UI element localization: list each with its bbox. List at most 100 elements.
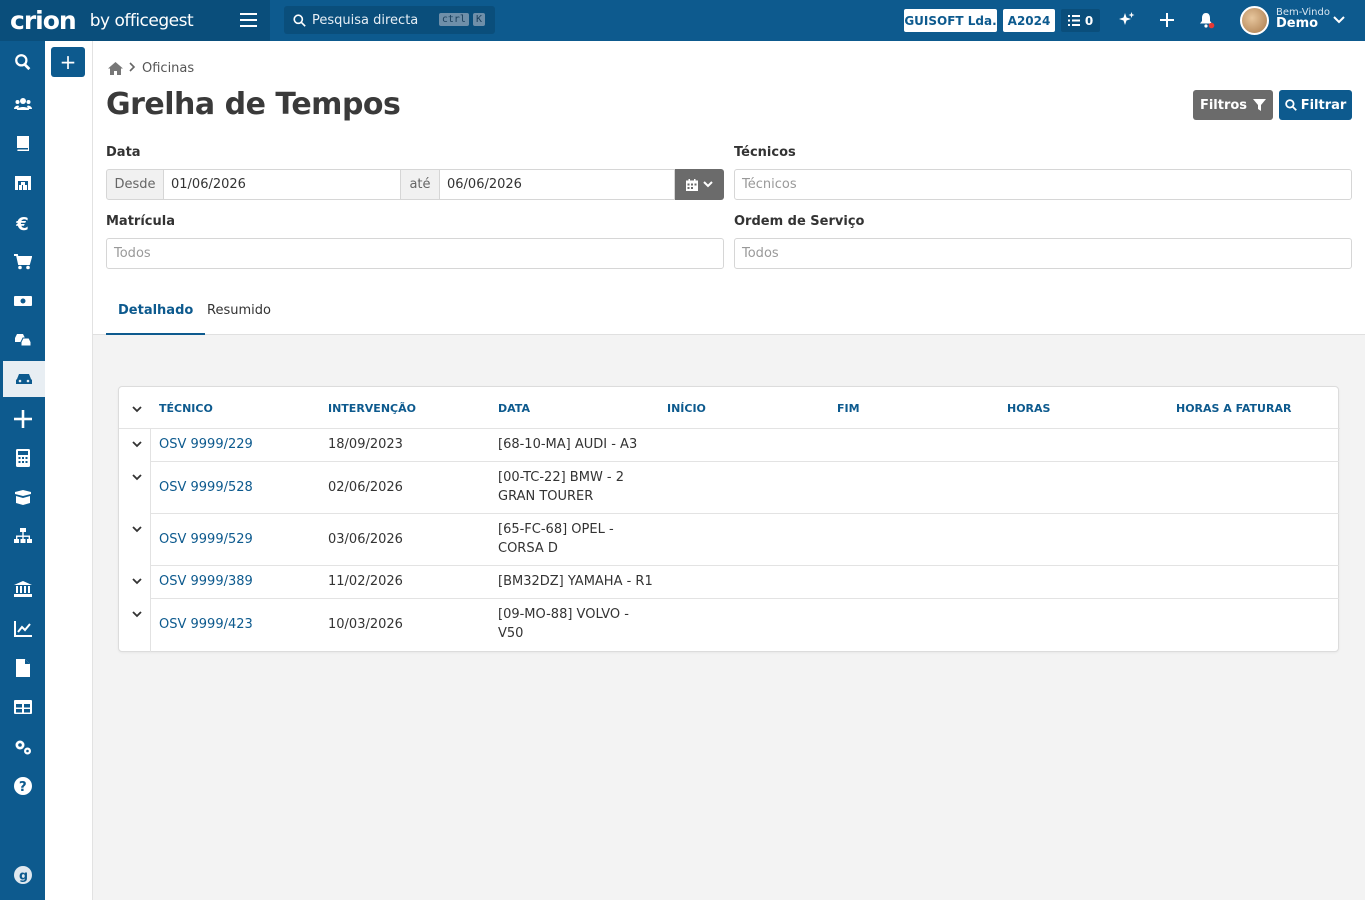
sidebar: € ? g: [0, 41, 45, 900]
apply-filter-button[interactable]: Filtrar: [1279, 90, 1352, 120]
column-header-fim[interactable]: Fim: [837, 402, 860, 415]
tab-resumido[interactable]: Resumido: [195, 303, 283, 335]
row-1-tecnico[interactable]: OSV 9999/229: [159, 435, 253, 454]
sidebar-documents[interactable]: [0, 126, 45, 162]
company-badge[interactable]: GUISOFT Lda.: [904, 9, 997, 32]
technicians-input[interactable]: Técnicos: [734, 169, 1352, 200]
row-5-data-line2: V50: [498, 626, 524, 641]
sidebar-purchases[interactable]: [0, 244, 45, 280]
row-expand-chevron-icon[interactable]: [131, 608, 143, 620]
sidebar-tables[interactable]: [0, 689, 45, 725]
column-header-intervencao[interactable]: Intervenção: [328, 402, 416, 415]
plate-label: Matrícula: [106, 214, 175, 229]
file-icon: [15, 659, 30, 677]
row-expand-chevron-icon[interactable]: [131, 471, 143, 483]
tab-detalhado[interactable]: Detalhado: [106, 303, 206, 335]
user-name: Demo: [1276, 16, 1319, 31]
row-1-data: [68-10-MA] AUDI - A3: [498, 437, 638, 452]
row-3-data-line1: [65-FC-68] OPEL -: [498, 522, 614, 537]
breadcrumb: Oficinas: [108, 61, 194, 76]
column-header-horas[interactable]: Horas: [1007, 402, 1050, 415]
technicians-label: Técnicos: [734, 145, 796, 160]
date-to-input[interactable]: 06/06/2026: [439, 169, 675, 200]
column-header-inicio[interactable]: Início: [667, 402, 706, 415]
time-grid-table: Técnico Intervenção Data Início Fim Hora…: [118, 386, 1340, 652]
sidebar-bank[interactable]: [0, 571, 45, 607]
search-input[interactable]: Pesquisa directa ctrl K: [284, 6, 495, 34]
bank-icon: [13, 581, 32, 597]
tasks-badge[interactable]: 0: [1061, 9, 1100, 32]
filters-toggle-button[interactable]: Filtros: [1193, 90, 1273, 120]
cars-icon: [14, 334, 31, 347]
plate-input[interactable]: Todos: [106, 238, 724, 269]
ai-sparkle-icon[interactable]: [1117, 10, 1137, 30]
sidebar-reports[interactable]: [0, 611, 45, 647]
brand-suffix: by officegest: [89, 10, 194, 31]
tasks-count: 0: [1084, 13, 1094, 28]
calendar-icon: [686, 178, 698, 191]
task-list-icon: [1067, 15, 1080, 26]
new-record-button[interactable]: +: [51, 47, 85, 77]
calendar-dropdown-button[interactable]: [675, 169, 724, 200]
date-from-addon: Desde: [106, 169, 164, 200]
menu-hamburger-icon[interactable]: [240, 13, 257, 27]
svg-text:g: g: [18, 868, 27, 883]
brand-logo[interactable]: crion: [10, 6, 77, 35]
users-icon: [13, 98, 32, 110]
sidebar-hierarchy[interactable]: [0, 518, 45, 554]
sidebar-search[interactable]: [0, 44, 45, 80]
sidebar-add[interactable]: [0, 401, 45, 437]
row-4-intervencao: 11/02/2026: [328, 574, 403, 589]
date-to-addon: até: [400, 169, 440, 200]
sidebar-users[interactable]: [0, 86, 45, 122]
add-icon[interactable]: [1157, 10, 1177, 30]
kbd-k: K: [472, 13, 485, 26]
year-badge[interactable]: A2024: [1003, 9, 1055, 32]
sidebar-calculator[interactable]: [0, 440, 45, 476]
notification-bell-icon[interactable]: [1196, 10, 1216, 30]
sidebar-files[interactable]: [0, 650, 45, 686]
svg-text:€: €: [15, 214, 29, 232]
column-header-tecnico[interactable]: Técnico: [159, 402, 213, 415]
row-3-data-line2: CORSA D: [498, 541, 558, 556]
sidebar-finance[interactable]: €: [0, 205, 45, 241]
collapse-all-chevron-icon[interactable]: [131, 403, 143, 415]
row-4-tecnico[interactable]: OSV 9999/389: [159, 572, 253, 591]
sidebar-workshop[interactable]: [0, 361, 45, 397]
avatar[interactable]: [1240, 6, 1269, 35]
row-2-tecnico[interactable]: OSV 9999/528: [159, 478, 253, 497]
user-menu[interactable]: Bem-Vindo Demo: [1276, 7, 1330, 31]
car-icon: [16, 374, 32, 384]
date-from-input[interactable]: 01/06/2026: [163, 169, 401, 200]
row-3-tecnico[interactable]: OSV 9999/529: [159, 530, 253, 549]
sidebar-boxes[interactable]: [0, 479, 45, 515]
column-header-data[interactable]: Data: [498, 402, 530, 415]
row-expand-chevron-icon[interactable]: [131, 575, 143, 587]
sidebar-warehouse[interactable]: [0, 165, 45, 201]
calculator-icon: [15, 449, 30, 467]
page-header: Oficinas Grelha de Tempos Filtros Filtra…: [93, 41, 1365, 335]
home-icon[interactable]: [108, 62, 123, 75]
officegest-logo-icon: g: [13, 866, 32, 884]
breadcrumb-section[interactable]: Oficinas: [142, 61, 194, 76]
row-5-tecnico[interactable]: OSV 9999/423: [159, 615, 253, 634]
money-icon: [13, 296, 32, 306]
apply-filter-label: Filtrar: [1300, 97, 1347, 113]
row-4-data: [BM32DZ] YAMAHA - R1: [498, 574, 653, 589]
service-order-input[interactable]: Todos: [734, 238, 1352, 269]
row-expand-chevron-icon[interactable]: [131, 523, 143, 535]
header-divider: [119, 428, 1340, 429]
sidebar-help[interactable]: ?: [0, 768, 45, 804]
sidebar-officegest[interactable]: g: [0, 857, 45, 893]
sidebar-fleet[interactable]: [0, 322, 45, 358]
row-expand-chevron-icon[interactable]: [131, 438, 143, 450]
chevron-down-icon[interactable]: [1329, 10, 1349, 30]
sidebar-cash[interactable]: [0, 283, 45, 319]
logo-area: crion by officegest: [0, 0, 270, 41]
row-5-intervencao: 10/03/2026: [328, 617, 403, 632]
row-divider: [151, 513, 1339, 514]
chevron-right-icon: [129, 61, 136, 76]
sidebar-settings[interactable]: [0, 729, 45, 765]
sitemap-icon: [13, 528, 32, 543]
column-header-horas-faturar[interactable]: Horas a faturar: [1176, 402, 1291, 415]
